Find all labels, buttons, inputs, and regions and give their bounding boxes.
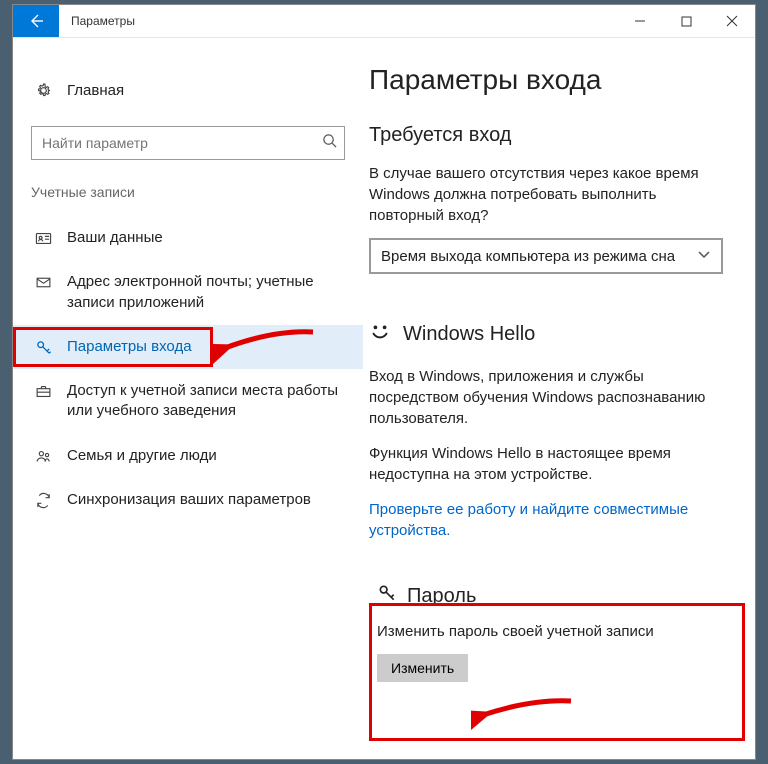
minimize-icon: [634, 15, 646, 27]
windows-hello-heading: Windows Hello: [369, 320, 735, 348]
require-signin-heading: Требуется вход: [369, 124, 735, 147]
password-text: Изменить пароль своей учетной записи: [377, 621, 727, 642]
sidebar-item-sync[interactable]: Синхронизация ваших параметров: [13, 478, 363, 522]
sidebar-item-label: Параметры входа: [67, 337, 345, 357]
sidebar-item-signin-options[interactable]: Параметры входа: [13, 325, 363, 369]
search-icon: [322, 133, 337, 153]
require-signin-text: В случае вашего отсутствия через какое в…: [369, 163, 735, 226]
gear-icon: [31, 82, 55, 99]
sidebar: Главная Учетные записи Ваши данные А: [13, 38, 363, 759]
hello-label: Windows Hello: [403, 323, 535, 346]
chevron-down-icon: [697, 247, 711, 265]
sidebar-group-header: Учетные записи: [13, 184, 363, 200]
key-icon: [31, 339, 55, 356]
sidebar-item-label: Семья и другие люди: [67, 446, 345, 466]
search-input[interactable]: [31, 126, 345, 160]
mail-icon: [31, 274, 55, 291]
main-panel: Параметры входа Требуется вход В случае …: [363, 38, 755, 759]
sync-icon: [31, 492, 55, 509]
home-label: Главная: [67, 82, 124, 99]
close-button[interactable]: [709, 5, 755, 37]
people-icon: [31, 448, 55, 465]
titlebar: Параметры: [13, 5, 755, 38]
sidebar-item-family[interactable]: Семья и другие люди: [13, 434, 363, 478]
arrow-left-icon: [28, 13, 44, 29]
maximize-button[interactable]: [663, 5, 709, 37]
hello-text1: Вход в Windows, приложения и службы поср…: [369, 366, 735, 429]
search-wrap: [31, 126, 345, 160]
sidebar-item-work-access[interactable]: Доступ к учетной записи места работы или…: [13, 369, 363, 434]
page-title: Параметры входа: [369, 64, 735, 96]
back-button[interactable]: [13, 5, 59, 37]
smiley-icon: [369, 320, 391, 348]
hello-text2: Функция Windows Hello в настоящее время …: [369, 443, 735, 485]
sidebar-item-label: Адрес электронной почты; учетные записи …: [67, 272, 345, 313]
require-signin-dropdown[interactable]: Время выхода компьютера из режима сна: [369, 238, 723, 274]
maximize-icon: [681, 16, 692, 27]
window-title: Параметры: [59, 5, 147, 37]
dropdown-value: Время выхода компьютера из режима сна: [381, 248, 675, 265]
password-heading-row: Пароль: [377, 583, 727, 609]
minimize-button[interactable]: [617, 5, 663, 37]
password-section: Пароль Изменить пароль своей учетной зап…: [369, 575, 735, 700]
sidebar-item-label: Доступ к учетной записи места работы или…: [67, 381, 345, 422]
home-link[interactable]: Главная: [13, 70, 363, 110]
settings-window: Параметры Главная: [12, 4, 756, 760]
password-heading: Пароль: [407, 585, 476, 608]
sidebar-item-label: Синхронизация ваших параметров: [67, 490, 345, 510]
sidebar-item-label: Ваши данные: [67, 228, 345, 248]
key-icon: [377, 583, 397, 609]
hello-compat-link[interactable]: Проверьте ее работу и найдите совместимы…: [369, 499, 735, 541]
person-card-icon: [31, 230, 55, 247]
briefcase-icon: [31, 383, 55, 400]
sidebar-item-email-accounts[interactable]: Адрес электронной почты; учетные записи …: [13, 260, 363, 325]
close-icon: [726, 15, 738, 27]
change-password-button[interactable]: Изменить: [377, 654, 468, 682]
sidebar-item-your-info[interactable]: Ваши данные: [13, 216, 363, 260]
